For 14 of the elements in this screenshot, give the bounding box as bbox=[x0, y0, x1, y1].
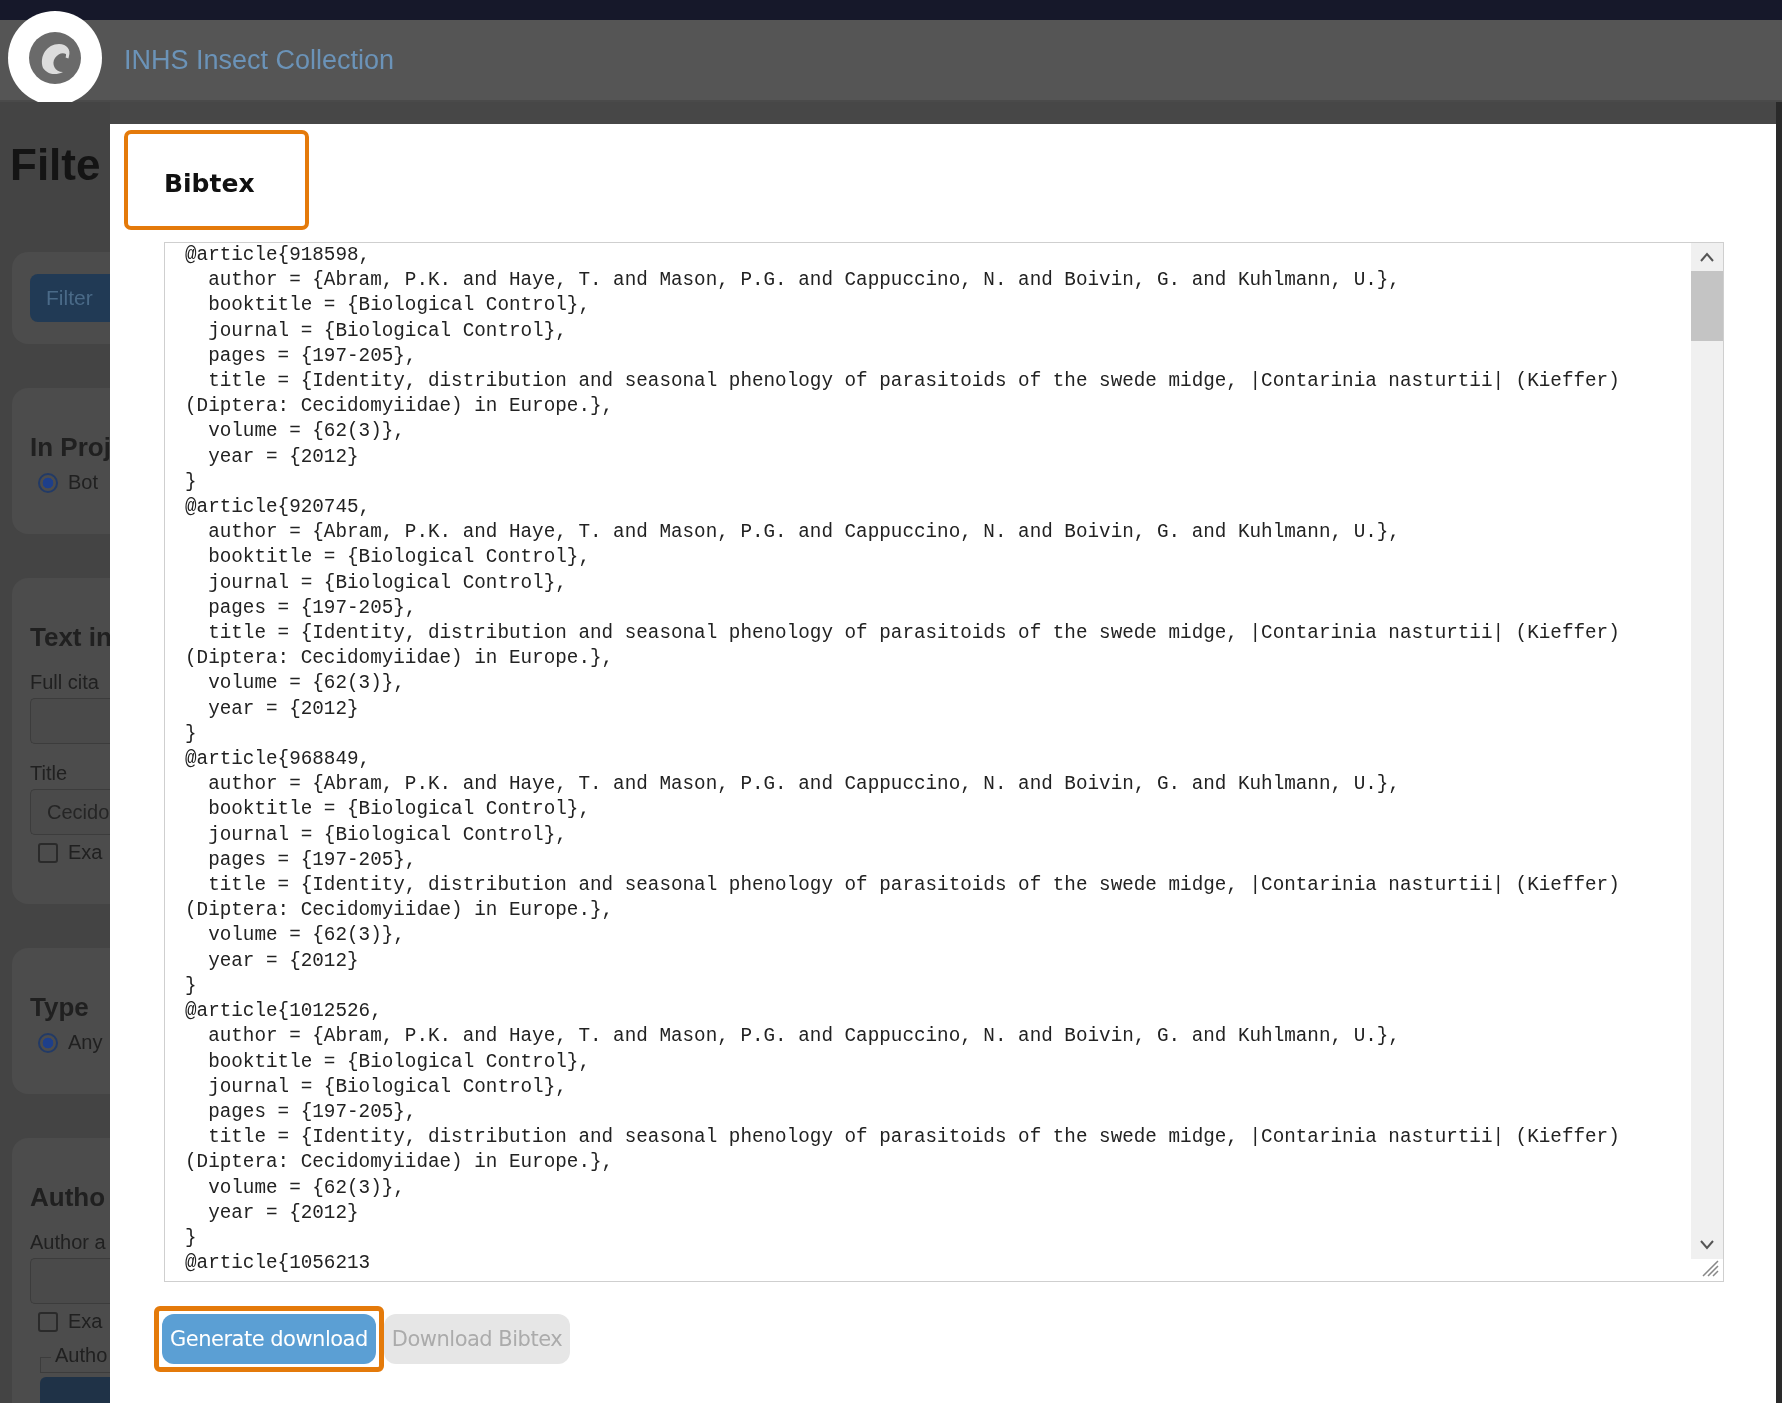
radio-button[interactable] bbox=[38, 472, 58, 493]
scroll-up-icon[interactable] bbox=[1699, 251, 1715, 263]
modal-title: Bibtex bbox=[164, 167, 255, 198]
input-field[interactable] bbox=[30, 1258, 110, 1304]
scroll-down-icon[interactable] bbox=[1699, 1239, 1715, 1251]
input-field[interactable] bbox=[30, 698, 110, 744]
radio-button[interactable] bbox=[38, 1032, 58, 1053]
site-title[interactable]: INHS Insect Collection bbox=[124, 44, 395, 76]
scrollbar-thumb[interactable] bbox=[1691, 271, 1723, 341]
checkbox[interactable] bbox=[38, 1311, 58, 1332]
scrollbar[interactable] bbox=[1691, 243, 1723, 1259]
checkbox[interactable] bbox=[38, 842, 58, 863]
bibtex-text: @article{918598, author = {Abram, P.K. and Haye, T. and Mason, P.G. and Cappuccino, N. and Boivin, G. and Kuhlmann, U.}, booktitle = {Biological Control}, journal = {Biological Control}, pages = {197-205}, title = {Identity, distribution and seasonal phenology of parasitoids of the swede midge, |Contarinia nasturtii| (Kieffer) (Diptera: Cecidomyiidae) in Europe.}, volume = {62(3)}, year = {2012} } @article{920745, author = {Abram, P.K. and Haye, T. and Mason, P.G. and Cappuccino, N. and Boivin, G. and Kuhlmann, U.}, booktitle = {Biological Control}, journal = {Biological Control}, pages = {197-205}, title = {Identity, distribution and seasonal phenology of parasitoids of the swede midge, |Contarinia nasturtii| (Kieffer) (Diptera: Cecidomyiidae) in Europe.}, volume = {62(3)}, year = {2012} } @article{968849, author = {Abram, P.K. and Haye, T. and Mason, P.G. and Cappuccino, N. and Boivin, G. and Kuhlmann, U.}, booktitle = {Biological Control}, journal = {Biological Control}, pages = {197-205}, title = {Identity, distribution and seasonal phenology of parasitoids of the swede midge, |Contarinia nasturtii| (Kieffer) (Diptera: Cecidomyiidae) in Europe.}, volume = {62(3)}, year = {2012} } @article{1012526, author = {Abram, P.K. and Haye, T. and Mason, P.G. and Cappuccino, N. and Boivin, G. and Kuhlmann, U.}, booktitle = {Biological Control}, journal = {Biological Control}, pages = {197-205}, title = {Identity, distribution and seasonal phenology of parasitoids of the swede midge, |Contarinia nasturtii| (Kieffer) (Diptera: Cecidomyiidae) in Europe.}, volume = {62(3)}, year = {2012} } @article{1056213 bbox=[184, 243, 1621, 1277]
generate-download-button[interactable]: Generate download bbox=[162, 1314, 376, 1364]
